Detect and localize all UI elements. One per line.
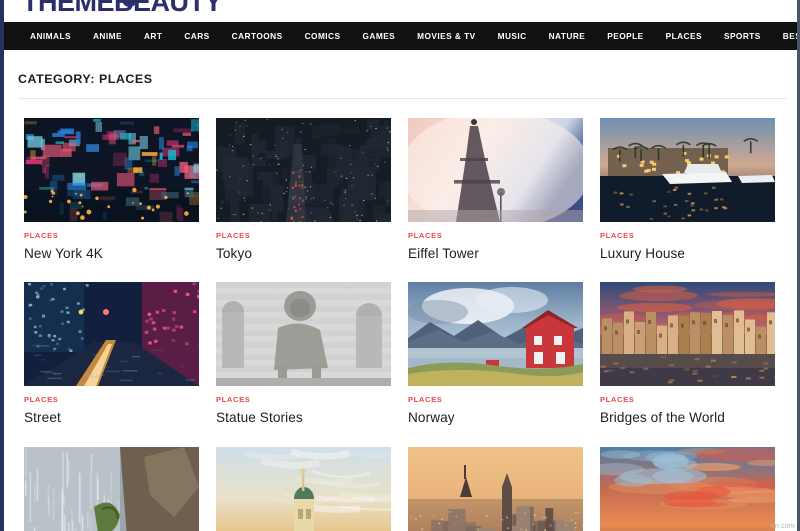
post-category-label[interactable]: PLACES [600,395,775,404]
post-card[interactable]: PLACES New York 4K [24,118,199,262]
post-title[interactable]: Luxury House [600,246,775,262]
post-card[interactable] [600,446,775,531]
nav-item-animals[interactable]: ANIMALS [30,22,71,50]
post-card[interactable]: PLACES Luxury House [600,118,775,262]
nav-item-places[interactable]: PLACES [666,22,702,50]
nav-item-cartoons[interactable]: CARTOONS [232,22,283,50]
post-title[interactable]: Tokyo [216,246,391,262]
nav-item-games[interactable]: GAMES [362,22,395,50]
rainy-neon-street-night-thumbnail[interactable] [24,282,199,387]
main-navigation: ANIMALS ANIME ART CARS CARTOONS COMICS GAMES MO… [4,22,800,50]
post-card[interactable] [216,446,391,531]
post-card[interactable] [24,446,199,531]
post-card[interactable] [408,446,583,531]
nav-item-people[interactable]: PEOPLE [607,22,643,50]
post-title[interactable]: Street [24,410,199,426]
page-header: CATEGORY: PLACES [4,50,797,99]
post-card[interactable]: PLACES Norway [408,282,583,426]
post-category-label[interactable]: PLACES [408,395,583,404]
norway-red-house-fjord-thumbnail[interactable] [408,282,583,387]
page-title: CATEGORY: PLACES [18,72,153,86]
post-title[interactable]: Bridges of the World [600,410,775,426]
post-category-label[interactable]: PLACES [24,231,199,240]
luxury-waterfront-house-yachts-thumbnail[interactable] [600,118,775,222]
post-category-label[interactable]: PLACES [408,231,583,240]
cathedral-dome-golden-sky-thumbnail[interactable] [216,446,391,531]
nav-item-cars[interactable]: CARS [184,22,209,50]
post-category-label[interactable]: PLACES [216,395,391,404]
nav-item-sports[interactable]: SPORTS [724,22,761,50]
sunset-clouds-coastline-thumbnail[interactable] [600,446,775,531]
image-watermark: on.com [770,523,795,530]
eiffel-tower-pastel-sky-thumbnail[interactable] [408,118,583,222]
nav-item-music[interactable]: MUSIC [498,22,527,50]
nav-item-comics[interactable]: COMICS [305,22,341,50]
main-content: PLACES New York 4K PLACES Tokyo PLACES Eiffel… [4,99,797,531]
city-skyline-warm-haze-thumbnail[interactable] [408,446,583,531]
new-york-night-neon-street-thumbnail[interactable] [24,118,199,222]
nav-item-art[interactable]: ART [144,22,162,50]
nav-item-nature[interactable]: NATURE [549,22,586,50]
waterfall-rocks-thumbnail[interactable] [24,446,199,531]
post-card[interactable]: PLACES Tokyo [216,118,391,262]
post-card[interactable]: PLACES Street [24,282,199,426]
nav-item-anime[interactable]: ANIME [93,22,122,50]
post-card[interactable]: PLACES Eiffel Tower [408,118,583,262]
post-title[interactable]: Statue Stories [216,410,391,426]
browser-edge-left [0,0,4,531]
page-viewport: THEMEBEAUTY ANIMALS ANIME ART CARS CARTOONS C… [0,0,800,531]
post-title[interactable]: New York 4K [24,246,199,262]
post-title[interactable]: Eiffel Tower [408,246,583,262]
post-category-label[interactable]: PLACES [600,231,775,240]
post-category-label[interactable]: PLACES [24,395,199,404]
post-grid: PLACES New York 4K PLACES Tokyo PLACES Eiffel… [4,99,797,531]
ponte-vecchio-sunset-bridge-thumbnail[interactable] [600,282,775,387]
lion-statue-monochrome-thumbnail[interactable] [216,282,391,387]
tokyo-aerial-night-city-thumbnail[interactable] [216,118,391,222]
post-card[interactable]: PLACES Statue Stories [216,282,391,426]
post-category-label[interactable]: PLACES [216,231,391,240]
post-title[interactable]: Norway [408,410,583,426]
nav-item-movies-tv[interactable]: MOVIES & TV [417,22,475,50]
site-header: THEMEBEAUTY [4,0,797,22]
post-card[interactable]: PLACES Bridges of the World [600,282,775,426]
nav-item-list: ANIMALS ANIME ART CARS CARTOONS COMICS GAMES MO… [4,22,800,50]
